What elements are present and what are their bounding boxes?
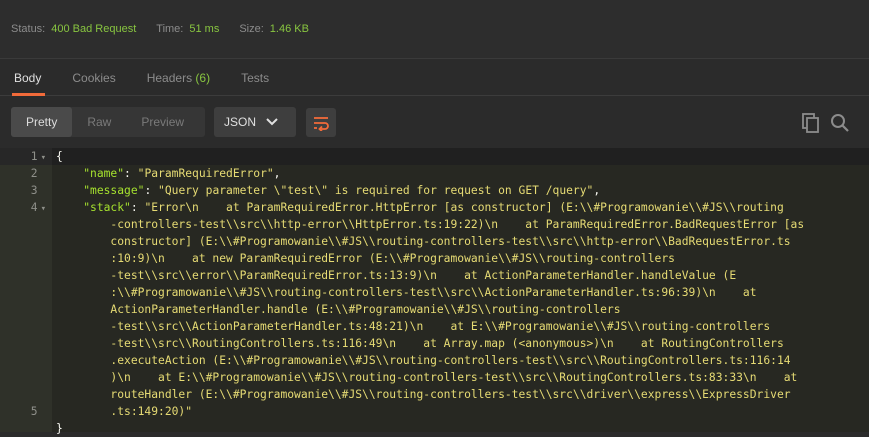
status-group: Status: 400 Bad Request [11, 23, 136, 35]
wrap-lines-icon [314, 116, 329, 131]
code-line: constructor] (E:\\#Programowanie\\#JS\\r… [52, 233, 869, 250]
code-line: -test\\src\\ActionParameterHandler.ts:48… [52, 318, 869, 335]
time-label: Time: [156, 23, 184, 35]
code-token: )\n at E:\\#Programowanie\\#JS\\routing-… [56, 371, 798, 384]
code-token: , [593, 184, 601, 197]
search-icon[interactable] [830, 113, 850, 133]
code-line: "stack": "Error\n at ParamRequiredError.… [52, 199, 869, 216]
status-label: Status: [11, 23, 46, 35]
view-mode-segmented: Pretty Raw Preview [11, 107, 205, 137]
raw-button[interactable]: Raw [72, 107, 126, 137]
line-number: 5▾ [30, 405, 38, 418]
size-group: Size: 1.46 KB [239, 23, 309, 35]
code-token: .ts:149:20)" [56, 405, 193, 418]
line-number-gutter: 1▾2▾3▾4▾▾▾▾▾▾▾▾▾▾▾▾5▾ [0, 148, 52, 432]
code-token: constructor] (E:\\#Programowanie\\#JS\\r… [56, 235, 791, 248]
code-line: .executeAction (E:\\#Programowanie\\#JS\… [52, 352, 869, 369]
code-token: , [273, 167, 281, 180]
code-line: .ts:149:20)" [52, 403, 869, 420]
tab-cookies[interactable]: Cookies [72, 71, 132, 95]
format-dropdown-value: JSON [224, 115, 257, 129]
line-number: ▾ [0, 250, 52, 267]
response-status-bar: Status: 400 Bad Request Time: 51 ms Size… [0, 0, 869, 59]
size-label: Size: [239, 23, 264, 35]
tab-headers[interactable]: Headers (6) [147, 71, 227, 95]
code-token: "Query parameter \"test\" is required fo… [158, 184, 594, 197]
code-token: "ParamRequiredError" [137, 167, 274, 180]
tab-tests[interactable]: Tests [241, 71, 286, 95]
code-token: "stack" [83, 201, 131, 214]
line-number: 4 ▾ [30, 201, 46, 214]
code-line: { [52, 148, 869, 165]
line-number: ▾ [0, 216, 52, 233]
line-number: 1 ▾ [0, 148, 52, 165]
line-number: ▾ [0, 301, 52, 318]
code-line: -test\\src\\RoutingControllers.ts:116:49… [52, 335, 869, 352]
time-value: 51 ms [189, 23, 220, 35]
code-token: -controllers-test\\src\\http-error\\Http… [56, 218, 805, 231]
line-number: ▾ [0, 335, 52, 352]
format-dropdown[interactable]: JSON [214, 107, 296, 137]
body-toolbar: Pretty Raw Preview JSON [11, 107, 869, 139]
pretty-button[interactable]: Pretty [11, 107, 73, 137]
tab-body[interactable]: Body [11, 71, 58, 96]
line-number: 2▾ [30, 167, 38, 180]
code-line: "message": "Query parameter \"test\" is … [52, 182, 869, 199]
code-token: : [124, 167, 138, 180]
code-line: -test\\src\\error\\ParamRequiredError.ts… [52, 267, 869, 284]
headers-count-badge: (6) [195, 71, 211, 85]
size-value: 1.46 KB [269, 23, 309, 35]
line-number: ▾ [0, 386, 52, 403]
response-body-editor[interactable]: 1▾2▾3▾4▾▾▾▾▾▾▾▾▾▾▾▾5▾ { "name": "ParamRe… [0, 148, 869, 435]
code-token: -test\\src\\error\\ParamRequiredError.ts… [56, 269, 737, 282]
line-number: ▾ [0, 318, 52, 335]
line-number: 3▾ [30, 184, 38, 197]
code-token: "message" [83, 184, 145, 197]
response-tabs: Body Cookies Headers (6) Tests [0, 59, 869, 96]
code-token: ActionParameterHandler.handle (E:\\#Prog… [56, 303, 621, 316]
code-line: -controllers-test\\src\\http-error\\Http… [52, 216, 869, 233]
code-line: "name": "ParamRequiredError", [52, 165, 869, 182]
preview-button[interactable]: Preview [126, 107, 199, 137]
code-token: :10:9)\n at new ParamRequiredError (E:\\… [56, 252, 675, 265]
line-number: ▾ [0, 284, 52, 301]
code-token: -test\\src\\ActionParameterHandler.ts:48… [56, 320, 771, 333]
line-number: ▾ [0, 267, 52, 284]
code-area[interactable]: { "name": "ParamRequiredError", "message… [52, 148, 869, 435]
tab-headers-label: Headers [146, 71, 193, 85]
wrap-lines-button[interactable] [306, 108, 336, 137]
fold-toggle-icon[interactable]: ▾ [41, 153, 46, 163]
time-group: Time: 51 ms [156, 23, 219, 35]
code-token: -test\\src\\RoutingControllers.ts:116:49… [56, 337, 784, 350]
line-number: ▾ [0, 369, 52, 386]
code-token: "name" [83, 167, 125, 180]
fold-toggle-icon[interactable]: ▾ [41, 204, 46, 214]
code-line: ActionParameterHandler.handle (E:\\#Prog… [52, 301, 869, 318]
code-line: :10:9)\n at new ParamRequiredError (E:\\… [52, 250, 869, 267]
code-token: { [56, 150, 63, 163]
code-token: : [144, 184, 159, 197]
code-token: : [130, 201, 145, 214]
line-number: ▾ [0, 352, 52, 369]
code-token: .executeAction (E:\\#Programowanie\\#JS\… [56, 354, 791, 367]
code-token: routeHandler (E:\\#Programowanie\\#JS\\r… [56, 388, 791, 401]
status-value: 400 Bad Request [51, 23, 137, 35]
copy-icon[interactable] [802, 113, 820, 133]
code-line: } [52, 420, 869, 437]
code-token: "Error\n at ParamRequiredError.HttpError… [144, 201, 784, 214]
code-line: routeHandler (E:\\#Programowanie\\#JS\\r… [52, 386, 869, 403]
chevron-down-icon [266, 118, 278, 126]
code-line: :\\#Programowanie\\#JS\\routing-controll… [52, 284, 869, 301]
code-token: } [56, 422, 63, 435]
code-line: )\n at E:\\#Programowanie\\#JS\\routing-… [52, 369, 869, 386]
line-number: ▾ [0, 233, 52, 250]
code-token: :\\#Programowanie\\#JS\\routing-controll… [56, 286, 757, 299]
